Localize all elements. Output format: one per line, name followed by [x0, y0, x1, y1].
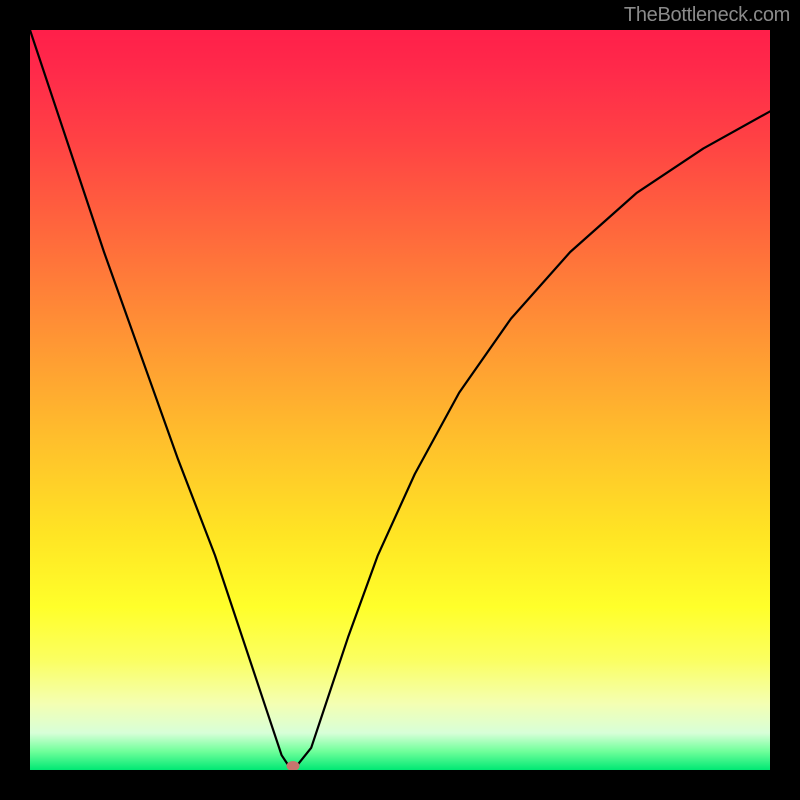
optimal-point-marker: [286, 761, 299, 770]
chart-frame: TheBottleneck.com: [0, 0, 800, 800]
plot-area: [30, 30, 770, 770]
watermark-text: TheBottleneck.com: [624, 4, 790, 27]
bottleneck-curve: [30, 30, 770, 766]
curve-svg: [30, 30, 770, 770]
